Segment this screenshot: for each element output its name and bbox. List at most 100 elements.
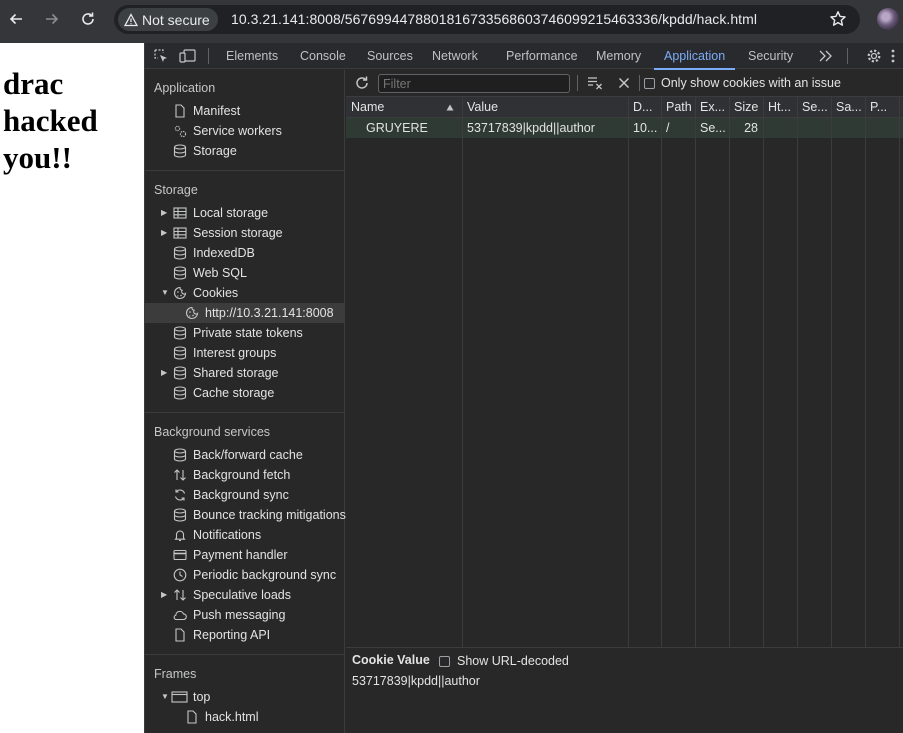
only-issues-checkbox[interactable]: [644, 78, 655, 89]
column-header-value[interactable]: Value: [462, 97, 628, 118]
heading-line: drac: [3, 66, 64, 101]
column-header-secure[interactable]: Se...: [797, 97, 831, 118]
collapse-arrow-icon[interactable]: ▼: [161, 289, 169, 297]
sidebar-item-shared-storage[interactable]: ▶ Shared storage: [145, 363, 344, 383]
sidebar-item-session-storage[interactable]: ▶ Session storage: [145, 223, 344, 243]
expand-arrow-icon[interactable]: ▶: [161, 229, 169, 237]
refresh-icon[interactable]: [354, 75, 370, 91]
tab-console[interactable]: Console: [300, 43, 346, 69]
device-toolbar-icon[interactable]: [179, 48, 197, 64]
column-divider[interactable]: [797, 97, 798, 647]
sidebar-item-label: Service workers: [193, 124, 282, 138]
cookies-pane: Only show cookies with an issue Name Val…: [346, 70, 903, 733]
column-header-name[interactable]: Name: [346, 97, 462, 118]
column-divider[interactable]: [729, 97, 730, 647]
column-header-expires[interactable]: Ex...: [695, 97, 729, 118]
sidebar-item-interest-groups[interactable]: Interest groups: [145, 343, 344, 363]
inspect-element-icon[interactable]: [153, 48, 169, 64]
sidebar-item-label: Periodic background sync: [193, 568, 337, 582]
column-header-size[interactable]: Size: [729, 97, 763, 118]
sidebar-item-bounce-tracking[interactable]: Bounce tracking mitigations: [145, 505, 346, 525]
column-header-domain[interactable]: D...: [628, 97, 661, 118]
sync-icon: [174, 489, 186, 501]
sidebar-item-speculative-loads[interactable]: ▶ Speculative loads: [145, 585, 344, 605]
sidebar-item-label: Reporting API: [193, 628, 271, 642]
expand-arrow-icon[interactable]: ▶: [161, 591, 169, 599]
expand-arrow-icon[interactable]: ▶: [161, 209, 169, 217]
bookmark-star-icon[interactable]: [829, 10, 847, 28]
column-divider[interactable]: [661, 97, 662, 647]
column-divider[interactable]: [865, 97, 866, 647]
sidebar-item-cookies[interactable]: ▼ Cookies: [145, 283, 344, 303]
sidebar-item-storage[interactable]: Storage: [145, 141, 344, 161]
sidebar-item-service-workers[interactable]: Service workers: [145, 121, 344, 141]
sidebar-item-cookie-origin[interactable]: http://10.3.21.141:8008: [145, 303, 344, 323]
sidebar-item-private-state-tokens[interactable]: Private state tokens: [145, 323, 344, 343]
profile-avatar[interactable]: [877, 8, 899, 30]
sidebar-item-payment-handler[interactable]: Payment handler: [145, 545, 344, 565]
sidebar-item-indexeddb[interactable]: IndexedDB: [145, 243, 344, 263]
tab-security[interactable]: Security: [748, 43, 793, 69]
collapse-arrow-icon[interactable]: ▼: [161, 693, 169, 701]
sidebar-item-back-forward-cache[interactable]: Back/forward cache: [145, 445, 344, 465]
warning-triangle-icon: [124, 12, 138, 26]
sidebar-item-manifest[interactable]: Manifest: [145, 101, 344, 121]
sidebar-divider: [145, 412, 344, 413]
url-text[interactable]: 10.3.21.141:8008/56769944788018167335686…: [231, 11, 757, 27]
sidebar-item-background-fetch[interactable]: Background fetch: [145, 465, 344, 485]
sidebar-item-background-sync[interactable]: Background sync: [145, 485, 344, 505]
tab-sources[interactable]: Sources: [367, 43, 413, 69]
web-page-content: drac hacked you!!: [0, 43, 144, 733]
security-chip[interactable]: Not secure: [118, 8, 218, 31]
tab-network[interactable]: Network: [432, 43, 478, 69]
sidebar-item-web-sql[interactable]: Web SQL: [145, 263, 344, 283]
cookie-value-panel: Cookie Value Show URL-decoded 53717839|k…: [346, 647, 903, 733]
cookie-filter-input[interactable]: [378, 74, 570, 93]
back-button[interactable]: [5, 8, 27, 30]
column-header-path[interactable]: Path: [661, 97, 695, 118]
forward-button[interactable]: [41, 8, 63, 30]
column-divider[interactable]: [695, 97, 696, 647]
more-tabs-chevron-icon[interactable]: [817, 49, 833, 63]
sidebar-item-push-messaging[interactable]: Push messaging: [145, 605, 344, 625]
column-header-partition[interactable]: P...: [865, 97, 899, 118]
sidebar-item-cache-storage[interactable]: Cache storage: [145, 383, 344, 403]
tab-elements[interactable]: Elements: [226, 43, 278, 69]
tab-performance[interactable]: Performance: [506, 43, 578, 69]
sidebar-item-periodic-background-sync[interactable]: Periodic background sync: [145, 565, 344, 585]
reload-icon: [82, 12, 94, 25]
toolbar-divider: [208, 48, 209, 64]
devtools-panel: Elements Console Sources Network Perform…: [144, 43, 903, 733]
sidebar-item-frame-document[interactable]: hack.html: [145, 707, 344, 727]
reload-button[interactable]: [77, 8, 99, 30]
tab-application[interactable]: Application: [653, 43, 736, 70]
expand-arrow-icon[interactable]: ▶: [161, 369, 169, 377]
devtools-tabbar: Elements Console Sources Network Perform…: [145, 43, 903, 70]
clear-all-x-icon[interactable]: [617, 76, 631, 90]
column-header-samesite[interactable]: Sa...: [831, 97, 865, 118]
sidebar-item-label: Web SQL: [193, 266, 247, 280]
column-divider[interactable]: [462, 97, 463, 647]
cookie-value-text[interactable]: 53717839|kpdd||author: [352, 674, 480, 688]
column-divider[interactable]: [899, 97, 900, 647]
sidebar-item-local-storage[interactable]: ▶ Local storage: [145, 203, 344, 223]
address-bar[interactable]: Not secure 10.3.21.141:8008/567699447880…: [114, 5, 860, 34]
sidebar-section-background-services: Background services: [154, 425, 271, 439]
tab-memory[interactable]: Memory: [596, 43, 641, 69]
sidebar-item-label: Payment handler: [193, 548, 288, 562]
table-row[interactable]: GRUYERE 53717839|kpdd||author 10... / Se…: [346, 118, 903, 138]
show-url-decoded-checkbox[interactable]: [439, 656, 450, 667]
sidebar-item-notifications[interactable]: Notifications: [145, 525, 344, 545]
sidebar-item-frame-top[interactable]: ▼ top: [145, 687, 344, 707]
column-divider[interactable]: [763, 97, 764, 647]
sidebar-item-label: top: [193, 690, 211, 704]
sidebar-item-reporting-api[interactable]: Reporting API: [145, 625, 344, 645]
column-divider[interactable]: [628, 97, 629, 647]
settings-gear-icon[interactable]: [866, 48, 882, 64]
clear-filtered-icon[interactable]: [587, 75, 603, 91]
document-icon: [175, 104, 185, 118]
kebab-menu-icon[interactable]: [889, 48, 897, 64]
database-icon: [173, 144, 187, 158]
column-header-httponly[interactable]: Ht...: [763, 97, 797, 118]
column-divider[interactable]: [831, 97, 832, 647]
